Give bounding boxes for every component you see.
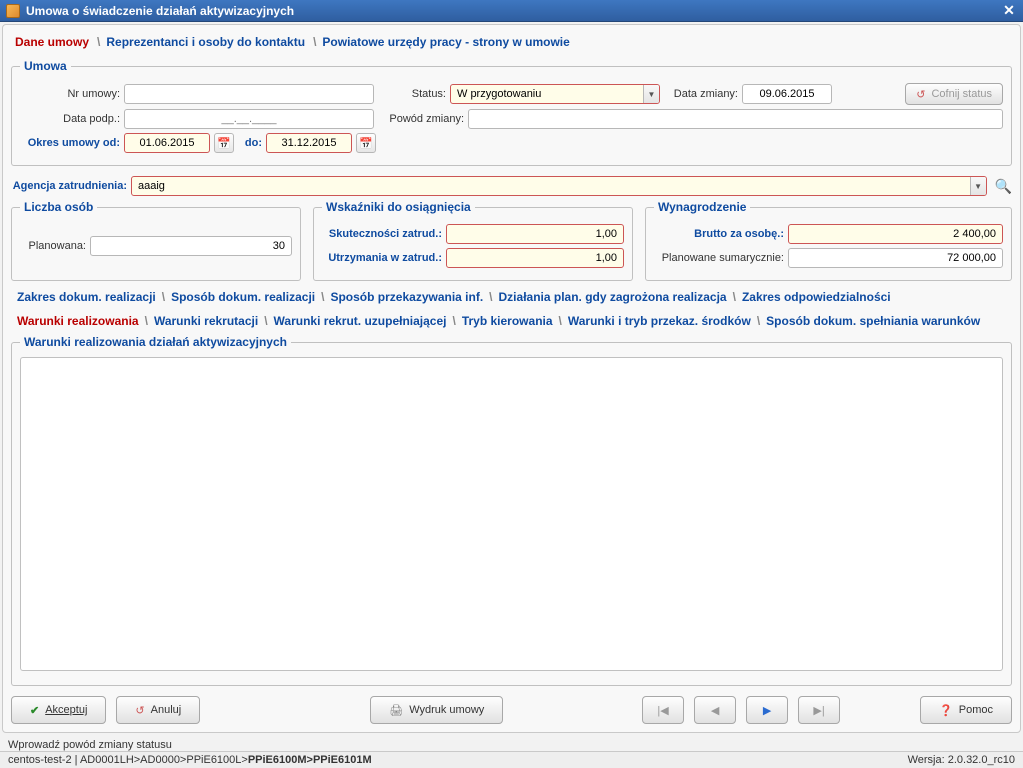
statusbar-version: Wersja: 2.0.32.0_rc10	[908, 754, 1015, 766]
undo-icon: ↺	[135, 704, 144, 717]
next-icon: ▶	[763, 704, 771, 717]
legend-wskazniki: Wskaźniki do osiągnięcia	[322, 200, 475, 214]
brutto-input[interactable]	[788, 224, 1003, 244]
data-zmiany-input	[742, 84, 832, 104]
subtab-sposob-dokum-realizacji[interactable]: Sposób dokum. realizacji	[165, 287, 321, 307]
label-powod-zmiany: Powód zmiany:	[378, 113, 464, 125]
skip-last-icon: ▶|	[813, 704, 824, 717]
cofnij-status-label: Cofnij status	[931, 88, 992, 100]
subtab-sposob-przekazywania[interactable]: Sposób przekazywania inf.	[324, 287, 489, 307]
pomoc-label: Pomoc	[959, 704, 993, 716]
warunki-textarea[interactable]	[20, 357, 1003, 671]
cofnij-status-button: ↺ Cofnij status	[905, 83, 1003, 105]
planowana-input	[90, 236, 292, 256]
app-icon	[6, 4, 20, 18]
skutecznosci-input[interactable]	[446, 224, 624, 244]
subtab-warunki-realizowania[interactable]: Warunki realizowania	[11, 311, 145, 331]
tab-dane-umowy[interactable]: Dane umowy	[11, 31, 95, 53]
data-podp-input[interactable]	[124, 109, 374, 129]
chevron-down-icon[interactable]: ▼	[643, 85, 659, 103]
nav-last-button: ▶|	[798, 696, 840, 724]
undo-icon: ↺	[916, 88, 925, 101]
statusbar-path: centos-test-2 | AD0001LH>AD0000>PPiE6100…	[8, 754, 372, 766]
label-planowana: Planowana:	[20, 240, 86, 252]
label-status: Status:	[378, 88, 446, 100]
subtab-tryb-kierowania[interactable]: Tryb kierowania	[456, 311, 559, 331]
tab-separator: \	[97, 31, 100, 53]
wydruk-label: Wydruk umowy	[409, 704, 484, 716]
sumarycznie-input	[788, 248, 1003, 268]
chevron-down-icon[interactable]: ▼	[970, 177, 986, 195]
label-data-podp: Data podp.:	[20, 113, 120, 125]
subtab-sposob-dokum-spelniania[interactable]: Sposób dokum. spełniania warunków	[760, 311, 986, 331]
label-data-zmiany: Data zmiany:	[664, 88, 738, 100]
subtab-warunki-rekrut-uzup[interactable]: Warunki rekrut. uzupełniającej	[268, 311, 453, 331]
nav-first-button: |◀	[642, 696, 684, 724]
label-okres-do: do:	[238, 137, 262, 149]
nr-umowy-input	[124, 84, 374, 104]
agencja-select[interactable]	[131, 176, 987, 196]
subtab-dzialania-plan[interactable]: Działania plan. gdy zagrożona realizacja	[493, 287, 733, 307]
calendar-icon[interactable]: 📅	[356, 133, 376, 153]
legend-warunki: Warunki realizowania działań aktywizacyj…	[20, 335, 291, 349]
wydruk-button[interactable]: 🖨 Wydruk umowy	[370, 696, 503, 724]
subtab-warunki-tryb-przekaz[interactable]: Warunki i tryb przekaz. środków	[562, 311, 757, 331]
legend-wynagrodzenie: Wynagrodzenie	[654, 200, 750, 214]
search-icon[interactable]: 🔍	[995, 178, 1012, 195]
legend-umowa: Umowa	[20, 59, 71, 73]
prompt-text: Wprowadź powód zmiany statusu	[0, 735, 1023, 751]
subtab-zakres-dokum-realizacji[interactable]: Zakres dokum. realizacji	[11, 287, 162, 307]
check-icon: ✔	[30, 704, 39, 717]
nav-next-button[interactable]: ▶	[746, 696, 788, 724]
tab-reprezentanci[interactable]: Reprezentanci i osoby do kontaktu	[102, 31, 311, 53]
label-utrzymania: Utrzymania w zatrud.:	[322, 252, 442, 264]
label-agencja: Agencja zatrudnienia:	[11, 180, 127, 192]
label-nr-umowy: Nr umowy:	[20, 88, 120, 100]
group-warunki-realizowania: Warunki realizowania działań aktywizacyj…	[11, 335, 1012, 686]
help-icon: ❓	[939, 704, 953, 717]
close-icon[interactable]: ✕	[1001, 3, 1017, 19]
label-skutecznosci: Skuteczności zatrud.:	[322, 228, 442, 240]
window-title: Umowa o świadczenie działań aktywizacyjn…	[26, 4, 294, 18]
subtab-zakres-odpowiedzialnosci[interactable]: Zakres odpowiedzialności	[736, 287, 897, 307]
pomoc-button[interactable]: ❓ Pomoc	[920, 696, 1012, 724]
powod-zmiany-input[interactable]	[468, 109, 1003, 129]
legend-liczba: Liczba osób	[20, 200, 97, 214]
okres-od-input[interactable]	[124, 133, 210, 153]
utrzymania-input[interactable]	[446, 248, 624, 268]
okres-do-input[interactable]	[266, 133, 352, 153]
group-liczba-osob: Liczba osób Planowana:	[11, 200, 301, 281]
prev-icon: ◀	[711, 704, 719, 717]
tab-separator: \	[313, 31, 316, 53]
anuluj-label: Anuluj	[151, 704, 182, 716]
subtab-warunki-rekrutacji[interactable]: Warunki rekrutacji	[148, 311, 264, 331]
akceptuj-button[interactable]: ✔ Akceptuj	[11, 696, 106, 724]
nav-prev-button: ◀	[694, 696, 736, 724]
akceptuj-label: Akceptuj	[45, 704, 87, 716]
label-okres-od: Okres umowy od:	[20, 137, 120, 149]
anuluj-button[interactable]: ↺ Anuluj	[116, 696, 200, 724]
label-sumarycznie: Planowane sumarycznie:	[654, 252, 784, 264]
group-wynagrodzenie: Wynagrodzenie Brutto za osobę.: Planowan…	[645, 200, 1012, 281]
calendar-icon[interactable]: 📅	[214, 133, 234, 153]
status-select[interactable]	[450, 84, 660, 104]
printer-icon: 🖨	[389, 704, 403, 717]
group-wskazniki: Wskaźniki do osiągnięcia Skuteczności za…	[313, 200, 633, 281]
group-umowa: Umowa Nr umowy: Status: ▼ Data zmiany: ↺…	[11, 59, 1012, 166]
skip-first-icon: |◀	[657, 704, 668, 717]
label-brutto: Brutto za osobę.:	[654, 228, 784, 240]
tab-powiatowe-urzedy[interactable]: Powiatowe urzędy pracy - strony w umowie	[318, 31, 575, 53]
